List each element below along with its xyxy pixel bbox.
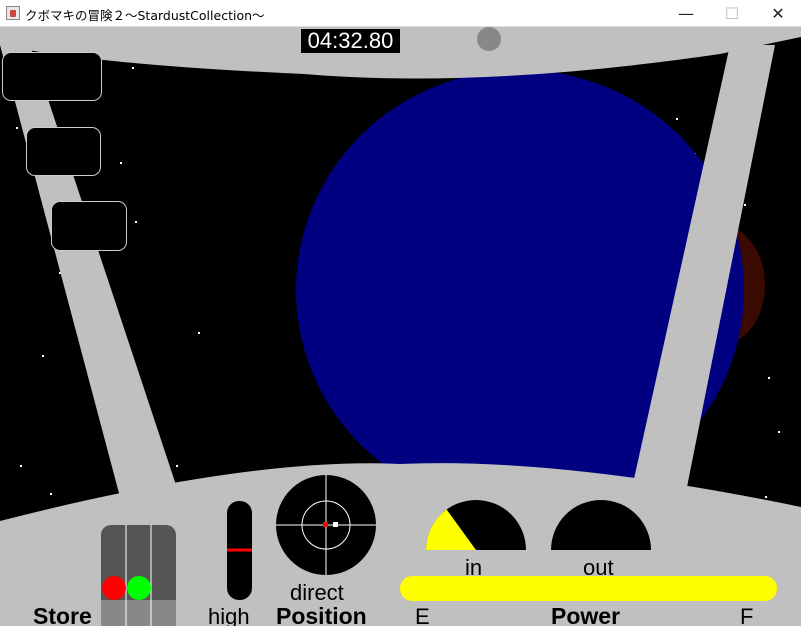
minimize-button[interactable]: — — [663, 0, 709, 27]
power-full-label: F — [740, 604, 754, 626]
item-slot-1 — [2, 52, 102, 101]
store-red-light — [102, 576, 126, 600]
out-gauge-label: out — [583, 555, 614, 580]
power-label: Power — [551, 603, 621, 626]
direct-label: direct — [290, 580, 344, 605]
power-empty-label: E — [415, 604, 430, 626]
cockpit-view — [0, 27, 801, 626]
high-label: high — [208, 604, 250, 626]
store-label: Store — [33, 603, 92, 626]
elapsed-timer: 04:32.80 — [301, 29, 400, 53]
in-gauge-label: in — [465, 555, 483, 580]
position-radar — [276, 475, 376, 575]
window-title: クボマキの冒険２〜StardustCollection〜 — [25, 8, 265, 23]
altitude-meter — [227, 501, 252, 600]
store-green-light — [127, 576, 151, 600]
position-label: Position — [276, 603, 367, 626]
radar-target-marker — [323, 522, 328, 527]
radar-ship-marker — [333, 522, 338, 527]
window-titlebar: クボマキの冒険２〜StardustCollection〜 — ☐ ✕ — [0, 0, 801, 27]
item-slot-3 — [51, 201, 127, 251]
java-coffee-icon — [6, 6, 20, 20]
store-panel — [101, 525, 176, 626]
maximize-button[interactable]: ☐ — [709, 0, 755, 27]
game-viewport[interactable]: 04:32.80 Store high direct Position in o… — [0, 27, 801, 626]
close-button[interactable]: ✕ — [755, 0, 801, 27]
gray-circle-icon — [477, 27, 501, 51]
item-slot-2 — [26, 127, 101, 176]
